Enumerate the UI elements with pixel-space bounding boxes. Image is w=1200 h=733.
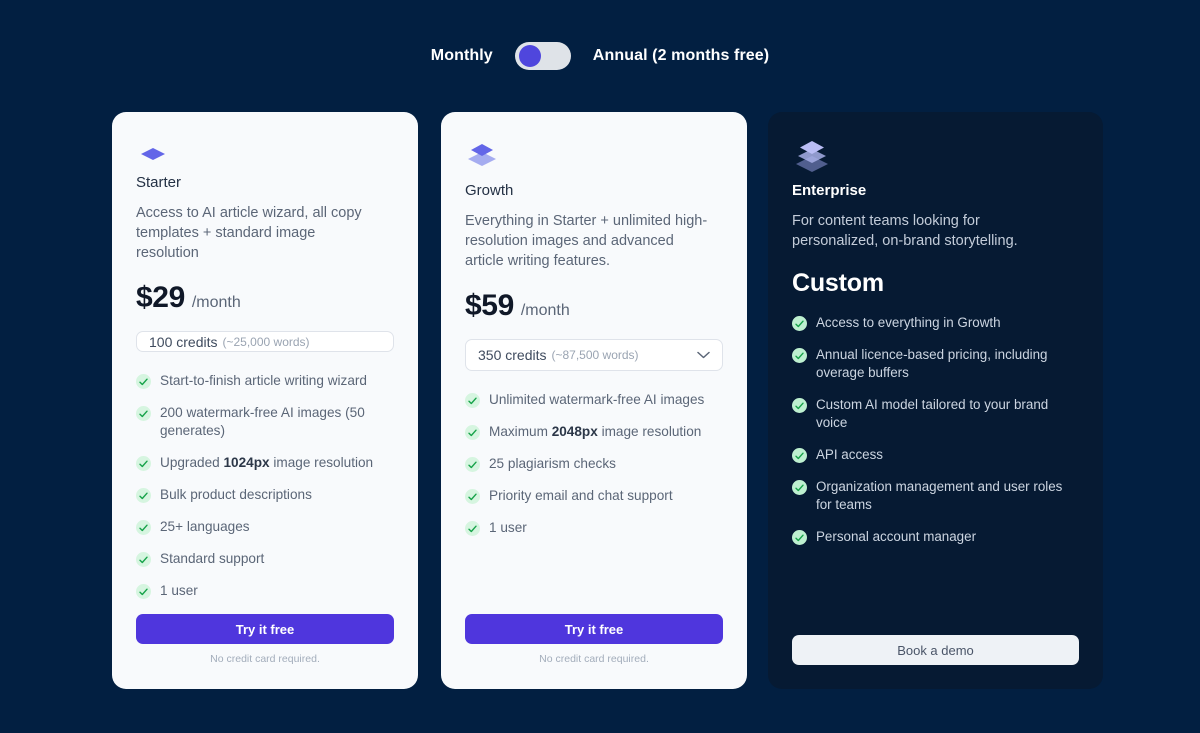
feature-item: Start-to-finish article writing wizard bbox=[136, 372, 394, 390]
try-it-free-button-starter[interactable]: Try it free bbox=[136, 614, 394, 644]
billing-switch-knob bbox=[518, 45, 541, 67]
feature-label: Unlimited watermark-free AI images bbox=[489, 392, 705, 407]
check-icon bbox=[792, 448, 807, 463]
feature-label: Personal account manager bbox=[816, 529, 977, 544]
feature-label: Upgraded 1024px image resolution bbox=[160, 455, 374, 470]
price-amount: $59 bbox=[465, 289, 514, 322]
feature-item: 25+ languages bbox=[136, 518, 394, 536]
feature-list-starter: Start-to-finish article writing wizard 20… bbox=[136, 372, 394, 614]
feature-label: 1 user bbox=[489, 520, 527, 535]
credits-words: (~25,000 words) bbox=[222, 334, 310, 349]
check-icon bbox=[465, 393, 480, 408]
feature-item: Bulk product descriptions bbox=[136, 486, 394, 504]
feature-item: Annual licence-based pricing, including … bbox=[792, 346, 1079, 382]
check-icon bbox=[465, 425, 480, 440]
plan-name-growth: Growth bbox=[465, 182, 514, 199]
feature-list-growth: Unlimited watermark-free AI images Maximu… bbox=[465, 391, 723, 551]
check-icon bbox=[465, 521, 480, 536]
double-layer-stack-icon bbox=[465, 138, 723, 172]
plan-price-starter: $29 /month bbox=[136, 281, 394, 315]
feature-item: Standard support bbox=[136, 550, 394, 568]
credits-words: (~87,500 words) bbox=[551, 348, 639, 362]
feature-item: Unlimited watermark-free AI images bbox=[465, 391, 723, 409]
feature-item: 1 user bbox=[465, 519, 723, 537]
check-icon bbox=[792, 398, 807, 413]
check-icon bbox=[792, 530, 807, 545]
cta-area-growth: Try it free No credit card required. bbox=[465, 614, 723, 689]
check-icon bbox=[136, 520, 151, 535]
feature-label: API access bbox=[816, 447, 883, 462]
book-a-demo-button[interactable]: Book a demo bbox=[792, 635, 1079, 665]
pricing-card-enterprise: Enterprise For content teams looking for… bbox=[768, 112, 1103, 689]
cta-area-enterprise: Book a demo bbox=[792, 635, 1079, 689]
credits-amount: 100 credits bbox=[149, 333, 218, 350]
price-period: /month bbox=[191, 294, 241, 311]
credits-selector-growth[interactable]: 350 credits (~87,500 words) bbox=[465, 339, 723, 371]
check-icon bbox=[136, 488, 151, 503]
feature-label: Annual licence-based pricing, including … bbox=[816, 347, 1048, 380]
feature-item: Custom AI model tailored to your brand v… bbox=[792, 396, 1079, 432]
plan-name-starter: Starter bbox=[136, 174, 182, 191]
chevron-down-icon bbox=[697, 351, 710, 359]
feature-label: Bulk product descriptions bbox=[160, 487, 312, 502]
feature-label: 1 user bbox=[160, 583, 198, 598]
feature-item: 200 watermark-free AI images (50 generat… bbox=[136, 404, 394, 440]
feature-label: Maximum 2048px image resolution bbox=[489, 424, 702, 439]
check-icon bbox=[136, 584, 151, 599]
plan-description-growth: Everything in Starter + unlimited high-r… bbox=[465, 213, 708, 269]
cta-note-starter: No credit card required. bbox=[210, 653, 320, 665]
pricing-card-starter: Starter Access to AI article wizard, all… bbox=[112, 112, 418, 689]
feature-item: Upgraded 1024px image resolution bbox=[136, 454, 394, 472]
cta-note-growth: No credit card required. bbox=[539, 653, 649, 665]
plan-price-enterprise: Custom bbox=[792, 269, 884, 297]
check-icon bbox=[792, 316, 807, 331]
feature-item: API access bbox=[792, 446, 1079, 464]
credits-selector-starter[interactable]: 100 credits (~25,000 words) bbox=[136, 331, 394, 352]
cta-area-starter: Try it free No credit card required. bbox=[136, 614, 394, 689]
plan-description-enterprise: For content teams looking for personaliz… bbox=[792, 213, 1018, 249]
feature-label: Access to everything in Growth bbox=[816, 315, 1001, 330]
feature-item: Personal account manager bbox=[792, 528, 1079, 546]
price-amount: $29 bbox=[136, 281, 185, 314]
feature-item: 25 plagiarism checks bbox=[465, 455, 723, 473]
feature-label: 25 plagiarism checks bbox=[489, 456, 616, 471]
check-icon bbox=[136, 552, 151, 567]
plan-price-growth: $59 /month bbox=[465, 289, 723, 323]
check-icon bbox=[136, 374, 151, 389]
single-layer-diamond-icon bbox=[136, 138, 394, 164]
check-icon bbox=[792, 348, 807, 363]
pricing-card-growth: Growth Everything in Starter + unlimited… bbox=[441, 112, 747, 689]
feature-label: 25+ languages bbox=[160, 519, 250, 534]
check-icon bbox=[465, 457, 480, 472]
check-icon bbox=[465, 489, 480, 504]
feature-item: Priority email and chat support bbox=[465, 487, 723, 505]
feature-item: Maximum 2048px image resolution bbox=[465, 423, 723, 441]
check-icon bbox=[136, 456, 151, 471]
feature-label: Start-to-finish article writing wizard bbox=[160, 373, 367, 388]
plan-description-starter: Access to AI article wizard, all copy te… bbox=[136, 205, 362, 261]
pricing-card-grid: Starter Access to AI article wizard, all… bbox=[112, 112, 1103, 689]
try-it-free-button-growth[interactable]: Try it free bbox=[465, 614, 723, 644]
triple-layer-stack-icon bbox=[792, 138, 1079, 172]
feature-label: 200 watermark-free AI images (50 generat… bbox=[160, 405, 365, 438]
feature-item: Access to everything in Growth bbox=[792, 314, 1079, 332]
feature-list-enterprise: Access to everything in Growth Annual lic… bbox=[792, 314, 1079, 560]
credits-amount: 350 credits bbox=[478, 347, 547, 363]
billing-annual-label[interactable]: Annual (2 months free) bbox=[593, 47, 769, 65]
check-icon bbox=[136, 406, 151, 421]
price-period: /month bbox=[520, 302, 570, 319]
check-icon bbox=[792, 480, 807, 495]
plan-name-enterprise: Enterprise bbox=[792, 182, 867, 199]
feature-label: Priority email and chat support bbox=[489, 488, 673, 503]
feature-item: 1 user bbox=[136, 582, 394, 600]
billing-period-toggle-bar: Monthly Annual (2 months free) bbox=[0, 0, 1200, 112]
billing-period-switch[interactable] bbox=[514, 42, 571, 70]
billing-monthly-label[interactable]: Monthly bbox=[431, 47, 493, 65]
feature-label: Organization management and user roles f… bbox=[816, 479, 1063, 512]
feature-label: Standard support bbox=[160, 551, 265, 566]
feature-item: Organization management and user roles f… bbox=[792, 478, 1079, 514]
feature-label: Custom AI model tailored to your brand v… bbox=[816, 397, 1049, 430]
